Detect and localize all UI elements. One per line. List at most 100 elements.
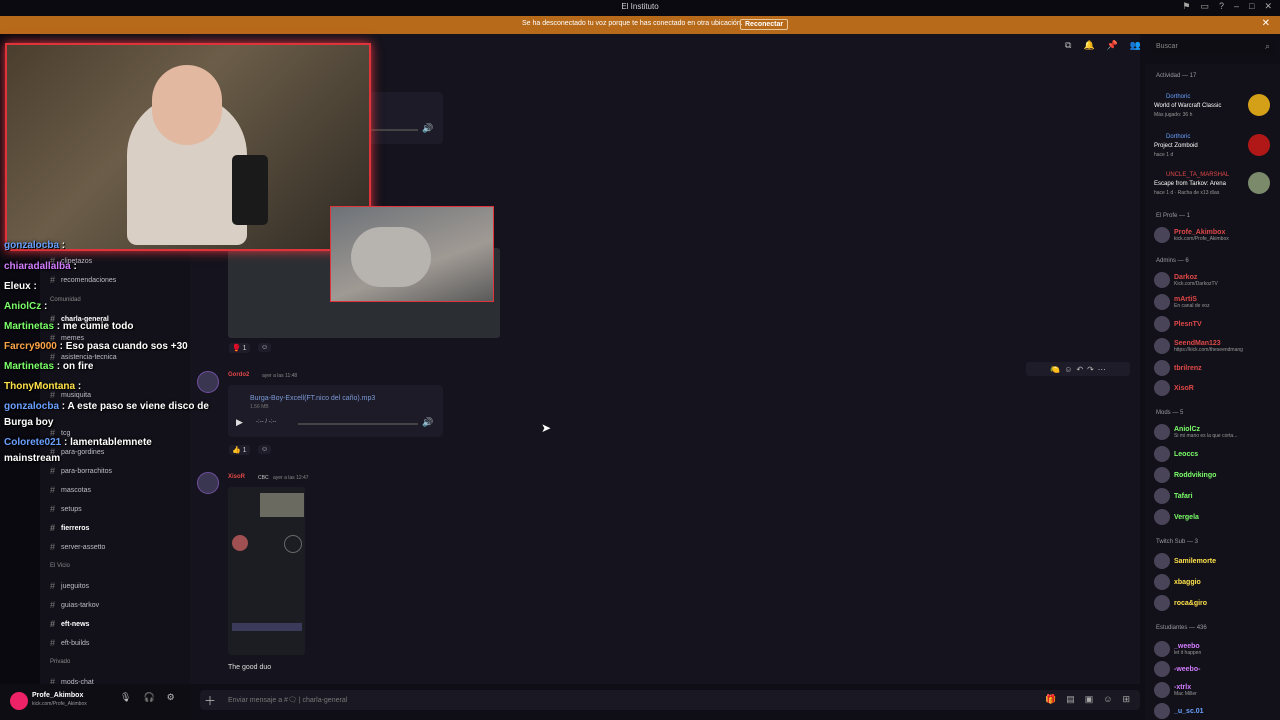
reaction-chip[interactable]: 👍 1 bbox=[229, 445, 250, 455]
channel-item[interactable]: # para-borrachitos bbox=[50, 466, 112, 476]
stream-chat-line: Martinetas : me cumie todo bbox=[4, 321, 133, 332]
member-item[interactable]: -xtrlx Mac Miller bbox=[1154, 682, 1197, 698]
message-author[interactable]: XisoR bbox=[228, 474, 245, 480]
search-input[interactable]: Buscar ⌕ bbox=[1150, 40, 1275, 54]
member-item[interactable]: -weebo- bbox=[1154, 661, 1200, 677]
avatar[interactable] bbox=[10, 692, 28, 710]
emoji-icon[interactable]: ☺ bbox=[1103, 694, 1112, 705]
minimize-icon[interactable]: – bbox=[1234, 1, 1239, 12]
message-author[interactable]: Gordo2 bbox=[228, 372, 249, 378]
audio-filesize: 1.56 MB bbox=[250, 404, 269, 410]
user-name[interactable]: Profe_Akimbox bbox=[32, 692, 83, 699]
avatar bbox=[1154, 641, 1170, 657]
reaction-count: 1 bbox=[242, 447, 247, 454]
member-name: _u_sc.01 bbox=[1174, 707, 1204, 715]
image-attachment[interactable] bbox=[228, 487, 305, 655]
member-item[interactable]: Samilemorte bbox=[1154, 553, 1216, 569]
close-window-icon[interactable]: ✕ bbox=[1264, 1, 1272, 12]
add-attachment-icon[interactable]: ＋ bbox=[204, 692, 216, 709]
channel-item[interactable]: # server-assetto bbox=[50, 542, 105, 552]
activity-user[interactable]: UNCLE_TA_MARSHAL bbox=[1166, 172, 1229, 178]
member-item[interactable]: Tafari bbox=[1154, 488, 1193, 504]
channel-item[interactable]: # recomendaciones bbox=[50, 275, 116, 285]
message-composer[interactable]: ＋ Enviar mensaje a #🗨 | charla-general 🎁… bbox=[200, 690, 1140, 710]
play-icon[interactable]: ▶ bbox=[236, 417, 243, 428]
inbox-icon[interactable]: ⚑ bbox=[1182, 1, 1190, 12]
member-item[interactable]: _u_sc.01 bbox=[1154, 703, 1204, 719]
message-text: The good duo bbox=[228, 664, 272, 671]
headphones-icon[interactable]: 🎧 bbox=[143, 692, 154, 703]
stream-chat-line: gonzalocba : bbox=[4, 240, 65, 251]
channel-label: para-borrachitos bbox=[61, 467, 112, 475]
help-icon[interactable]: ? bbox=[1219, 1, 1224, 12]
hash-icon: # bbox=[50, 523, 56, 533]
close-banner-icon[interactable]: ✕ bbox=[1262, 18, 1270, 29]
reply-icon[interactable]: ↶ bbox=[1076, 365, 1083, 374]
reaction-chip[interactable]: 🥊 1 bbox=[229, 343, 250, 353]
member-name: Darkoz bbox=[1174, 273, 1198, 281]
member-item[interactable]: mArtiS En canal de voz bbox=[1154, 294, 1210, 310]
audio-progress[interactable] bbox=[298, 423, 418, 425]
channel-item[interactable]: # jueguitos bbox=[50, 581, 89, 591]
window-title: El Instituto bbox=[621, 2, 659, 11]
apps-icon[interactable]: ⊞ bbox=[1122, 694, 1130, 705]
channel-item[interactable]: # eft-news bbox=[50, 619, 89, 629]
member-name: -weebo- bbox=[1174, 665, 1201, 673]
bell-icon[interactable]: 🔔 bbox=[1083, 40, 1094, 51]
chat-username: chiaradallalba bbox=[4, 261, 71, 272]
microphone-icon[interactable]: 🎙 bbox=[120, 692, 131, 703]
member-item[interactable]: xbaggio bbox=[1154, 574, 1201, 590]
member-item[interactable]: Roddvikingo bbox=[1154, 467, 1216, 483]
avatar bbox=[1154, 467, 1170, 483]
member-item[interactable]: XisoR bbox=[1154, 380, 1194, 396]
channel-item[interactable]: # setups bbox=[50, 504, 82, 514]
gif-icon[interactable]: ▤ bbox=[1066, 694, 1075, 705]
emoji-icon[interactable]: ☺ bbox=[1064, 365, 1072, 374]
chat-message: Burga boy bbox=[4, 417, 54, 428]
audio-filename[interactable]: Burga-Boy-Excell(FT.nico del caño).mp3 bbox=[250, 395, 375, 402]
member-item[interactable]: Darkoz Kick.com/DarkozTV bbox=[1154, 272, 1218, 288]
reconnect-button[interactable]: Reconectar bbox=[740, 19, 789, 30]
channel-category[interactable]: El Vicio bbox=[50, 563, 70, 569]
avatar bbox=[1154, 338, 1170, 354]
member-item[interactable]: _weebo let it happen bbox=[1154, 641, 1201, 657]
settings-icon[interactable]: ⚙ bbox=[167, 692, 175, 703]
member-item[interactable]: Leoccs bbox=[1154, 446, 1198, 462]
member-item[interactable]: PlesnTV bbox=[1154, 316, 1202, 332]
gift-icon[interactable]: 🎁 bbox=[1045, 694, 1056, 705]
hash-icon: # bbox=[50, 466, 56, 476]
more-icon[interactable]: ⋯ bbox=[1098, 365, 1106, 374]
add-reaction-icon[interactable]: ☺ bbox=[258, 445, 272, 454]
pin-icon[interactable]: 📌 bbox=[1107, 40, 1118, 51]
activity-user[interactable]: Dorthoric bbox=[1166, 94, 1190, 100]
avatar bbox=[1154, 661, 1170, 677]
avatar[interactable] bbox=[197, 371, 219, 393]
channel-item[interactable]: # fierreros bbox=[50, 523, 89, 533]
member-item[interactable]: Profe_Akimbox kick.com/Profe_Akimbox bbox=[1154, 227, 1229, 243]
sticker-icon[interactable]: ▣ bbox=[1085, 694, 1094, 705]
channel-item[interactable]: # eft-builds bbox=[50, 638, 89, 648]
avatar[interactable] bbox=[197, 472, 219, 494]
volume-icon[interactable]: 🔊 bbox=[422, 123, 433, 134]
channel-item[interactable]: # mascotas bbox=[50, 485, 91, 495]
channel-item[interactable]: # guias-tarkov bbox=[50, 600, 99, 610]
screen-icon[interactable]: ▭ bbox=[1200, 1, 1209, 12]
reaction-icon[interactable]: 🍋 bbox=[1050, 365, 1060, 374]
forward-icon[interactable]: ↷ bbox=[1087, 365, 1094, 374]
channel-category[interactable]: Privado bbox=[50, 659, 70, 665]
add-reaction-icon[interactable]: ☺ bbox=[258, 343, 272, 352]
chat-username: Colorete021 bbox=[4, 437, 62, 448]
member-item[interactable]: AniolCz Si mi mano es la que corta... bbox=[1154, 424, 1237, 440]
volume-icon[interactable]: 🔊 bbox=[422, 417, 433, 428]
members-icon[interactable]: 👥 bbox=[1130, 40, 1141, 51]
member-item[interactable]: Vergela bbox=[1154, 509, 1199, 525]
channel-category[interactable]: Comunidad bbox=[50, 297, 81, 303]
member-item[interactable]: tbrilrenz bbox=[1154, 360, 1202, 376]
threads-icon[interactable]: ⧉ bbox=[1065, 40, 1071, 51]
maximize-icon[interactable]: □ bbox=[1249, 1, 1254, 12]
activity-user[interactable]: Dorthoric bbox=[1166, 134, 1190, 140]
avatar bbox=[1154, 424, 1170, 440]
audio-progress[interactable] bbox=[368, 129, 418, 131]
member-item[interactable]: roca&giro bbox=[1154, 595, 1207, 611]
member-item[interactable]: SeendMan123 https://kick.com/theseendmang bbox=[1154, 338, 1243, 354]
